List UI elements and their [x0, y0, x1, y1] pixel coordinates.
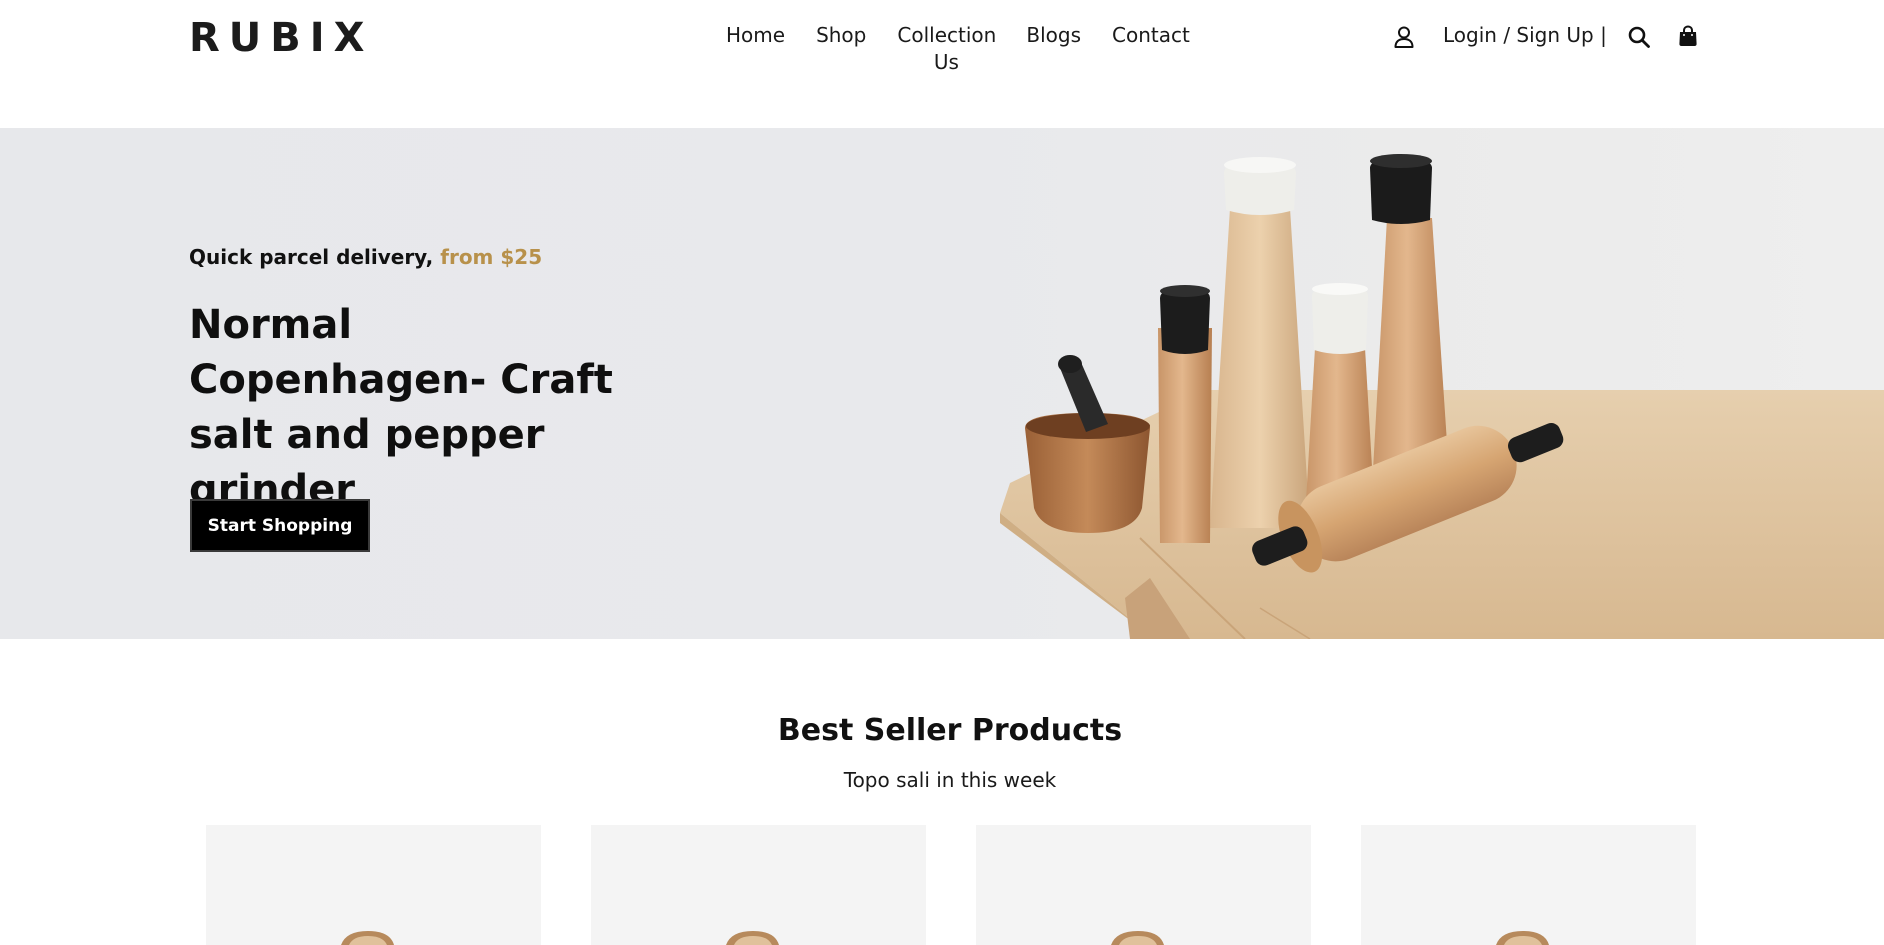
best-seller-title: Best Seller Products: [777, 713, 1123, 748]
shopping-bag-icon[interactable]: [1678, 25, 1698, 47]
product-card[interactable]: [976, 825, 1311, 945]
product-thumbnail: [1111, 931, 1164, 945]
rubix-logo[interactable]: RUBIX: [189, 14, 374, 62]
product-thumbnail: [341, 931, 394, 945]
hero-kicker-price: from $25: [440, 245, 543, 269]
hero-product-image: [1000, 154, 1884, 639]
product-card[interactable]: [1361, 825, 1696, 945]
product-card[interactable]: [591, 825, 926, 945]
start-shopping-button[interactable]: Start Shopping: [190, 499, 370, 552]
search-icon[interactable]: [1628, 26, 1650, 48]
nav-item-home[interactable]: Home: [726, 22, 785, 49]
hero-kicker: Quick parcel delivery, from $25: [189, 244, 542, 270]
hero-title: Normal Copenhagen- Craft salt and pepper…: [189, 302, 613, 513]
login-signup-link[interactable]: Login / Sign Up |: [1443, 22, 1607, 49]
product-card[interactable]: [206, 825, 541, 945]
main-nav: Home Shop Collection Us Blogs Contact: [726, 22, 1190, 76]
nav-item-contact[interactable]: Contact: [1112, 22, 1190, 49]
nav-item-shop[interactable]: Shop: [816, 22, 866, 49]
nav-item-blogs[interactable]: Blogs: [1026, 22, 1081, 49]
site-header: RUBIX Home Shop Collection Us Blogs Cont…: [0, 0, 1884, 128]
product-thumbnail: [726, 931, 779, 945]
product-thumbnail: [1496, 931, 1549, 945]
hero-banner: Quick parcel delivery, from $25 Normal C…: [0, 128, 1884, 639]
best-seller-subtitle: Topo sali in this week: [843, 768, 1057, 792]
hero-kicker-text: Quick parcel delivery,: [189, 245, 434, 269]
nav-item-collection-us[interactable]: Collection Us: [897, 22, 996, 76]
user-icon[interactable]: [1394, 26, 1414, 48]
